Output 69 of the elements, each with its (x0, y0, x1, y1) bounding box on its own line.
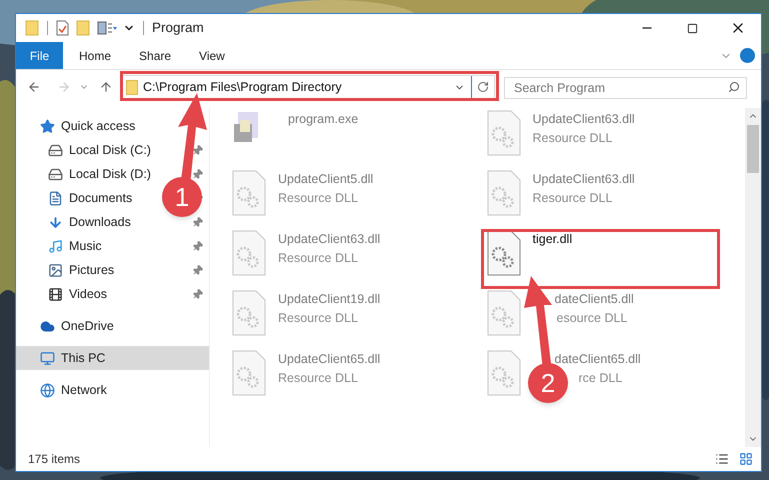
maximize-icon (686, 22, 698, 34)
folder-icon (126, 80, 138, 94)
music-icon (48, 238, 63, 254)
file-name[interactable]: UpdateClient19.dll (278, 290, 380, 309)
ribbon-tab[interactable]: Home (67, 42, 124, 69)
up-icon[interactable] (99, 80, 113, 94)
nav-item[interactable]: Local Disk (D:) (48, 164, 151, 184)
nav-item[interactable]: Pictures (48, 260, 114, 280)
item-count: 175 items (28, 451, 80, 468)
properties-icon[interactable] (97, 21, 117, 35)
nav-item[interactable]: Documents (48, 188, 132, 208)
large-icons-view-icon[interactable] (739, 452, 753, 466)
nav-item[interactable]: This PC (40, 348, 106, 368)
network-icon (40, 382, 55, 398)
nav-item[interactable]: Local Disk (C:) (48, 140, 151, 160)
file-menu-button[interactable]: File (16, 42, 63, 69)
ribbon-tab[interactable]: View (187, 42, 237, 69)
nav-item[interactable]: Music (48, 236, 102, 256)
gear-file-icon (486, 290, 520, 336)
refresh-icon[interactable] (477, 81, 489, 93)
help-icon[interactable] (740, 48, 755, 63)
gear-file-icon (232, 350, 266, 396)
star-icon (40, 118, 55, 134)
gear-file-icon (486, 170, 520, 216)
download-icon (48, 214, 63, 230)
search-field[interactable]: Search Program (504, 77, 747, 99)
file-name[interactable]: UpdateClient63.dll (278, 230, 380, 249)
picture-icon (48, 262, 63, 278)
file-type: Resource DLL (532, 190, 612, 207)
file-name[interactable]: program.exe (288, 110, 358, 129)
file-type: rce DLL (578, 370, 622, 387)
file-type: esource DLL (556, 310, 628, 327)
nav-item[interactable]: OneDrive (40, 316, 114, 336)
details-view-icon[interactable] (715, 452, 729, 466)
cloud-icon (40, 318, 55, 334)
gear-file-icon (232, 230, 266, 276)
file-type: Resource DLL (278, 310, 358, 327)
file-type: Resource DLL (278, 250, 358, 267)
file-name[interactable]: dateClient5.dll (554, 290, 634, 309)
gear-file-icon (486, 350, 520, 396)
back-icon[interactable] (27, 80, 41, 94)
file-type: Resource DLL (278, 190, 358, 207)
monitor-icon (40, 350, 55, 366)
file-name[interactable]: UpdateClient63.dll (532, 170, 635, 189)
file-type: Resource DLL (532, 130, 612, 147)
drive-icon (48, 142, 63, 158)
film-icon (48, 286, 63, 302)
document-icon (48, 190, 63, 206)
scrollbar-thumb[interactable] (747, 125, 759, 173)
file-name[interactable]: UpdateClient65.dll (278, 350, 380, 369)
nav-item[interactable]: Videos (48, 284, 107, 304)
file-type: Resource DLL (278, 370, 358, 387)
file-name[interactable]: UpdateClient5.dll (278, 170, 374, 189)
nav-item[interactable]: Downloads (48, 212, 131, 232)
drive-icon (48, 166, 63, 182)
gear-file-icon (486, 230, 520, 276)
nav-item[interactable]: Quick access (40, 116, 136, 136)
address-bar[interactable]: C:\Program Files\Program Directory (121, 75, 495, 99)
checklist-icon[interactable] (56, 20, 69, 36)
scrollbar[interactable] (745, 108, 761, 447)
gear-file-icon (486, 110, 520, 156)
window-title: Program (152, 18, 204, 37)
gear-file-icon (232, 170, 266, 216)
file-name[interactable]: UpdateClient63.dll (532, 110, 635, 129)
nav-item[interactable]: Network (40, 380, 107, 400)
search-icon[interactable] (728, 81, 740, 93)
gear-file-icon (232, 290, 266, 336)
ribbon-tab[interactable]: Share (127, 42, 184, 69)
file-name[interactable]: tiger.dll (532, 230, 572, 249)
